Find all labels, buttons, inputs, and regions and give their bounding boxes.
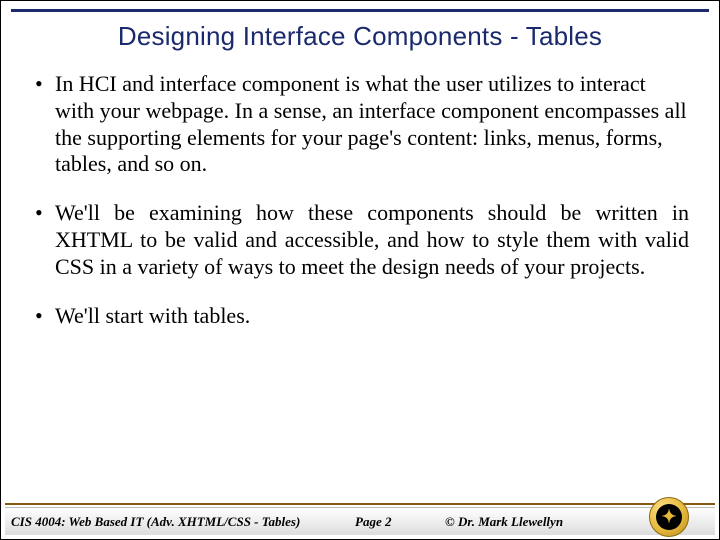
footer-divider [5,503,715,505]
bullet-item: • We'll be examining how these component… [35,200,689,280]
footer-page: Page 2 [355,514,391,530]
title-divider [11,9,709,12]
bullet-item: • We'll start with tables. [35,303,689,330]
bullet-marker: • [35,200,55,280]
bullet-item: • In HCI and interface component is what… [35,71,689,178]
footer-copyright: © Dr. Mark Llewellyn [445,514,563,530]
slide-footer: CIS 4004: Web Based IT (Adv. XHTML/CSS -… [1,503,719,539]
slide-body: • In HCI and interface component is what… [35,71,689,352]
footer-bar: CIS 4004: Web Based IT (Adv. XHTML/CSS -… [5,507,715,535]
bullet-marker: • [35,71,55,178]
footer-course: CIS 4004: Web Based IT (Adv. XHTML/CSS -… [5,514,300,530]
bullet-text: In HCI and interface component is what t… [55,71,689,178]
bullet-text: We'll start with tables. [55,303,689,330]
slide: Designing Interface Components - Tables … [0,0,720,540]
bullet-marker: • [35,303,55,330]
institution-logo: ✦ [649,497,689,537]
bullet-text: We'll be examining how these components … [55,200,689,280]
logo-star-icon: ✦ [661,508,676,526]
slide-title: Designing Interface Components - Tables [1,21,719,52]
